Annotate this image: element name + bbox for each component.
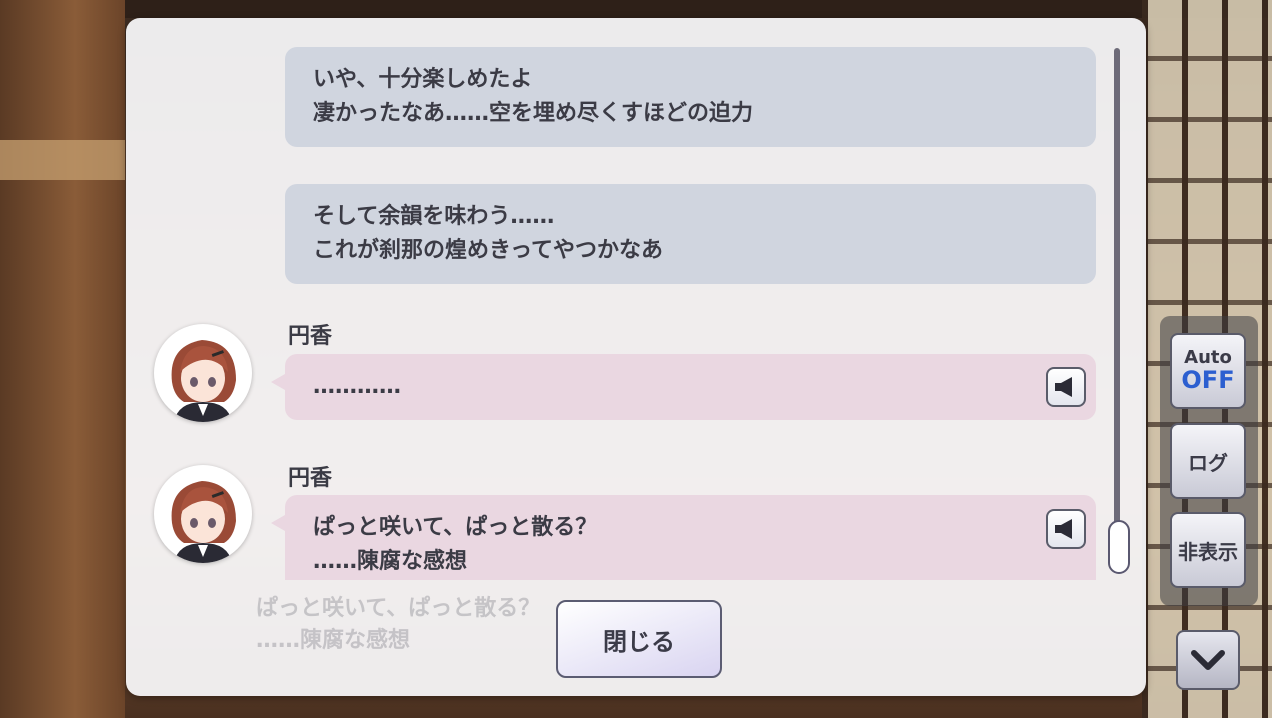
- voice-replay-button[interactable]: [1046, 509, 1086, 549]
- log-entry-speech: …………: [271, 354, 1096, 420]
- log-list[interactable]: いや、十分楽しめたよ 凄かったなあ……空を埋め尽くすほどの迫力 そして余韻を味わ…: [126, 18, 1146, 580]
- log-text-line: …………: [313, 374, 401, 399]
- log-text-line: いや、十分楽しめたよ: [313, 67, 533, 92]
- log-text-line: これが刹那の煌めきってやつかなあ: [313, 238, 664, 263]
- auto-label: Auto: [1184, 347, 1232, 368]
- backlog-dialog: ぱっと咲いて、ぱっと散る？ ……陳腐な感想 いや、十分楽しめたよ 凄かったなあ……: [126, 18, 1146, 696]
- log-button[interactable]: ログ: [1170, 423, 1246, 499]
- auto-toggle-button[interactable]: Auto OFF: [1170, 333, 1246, 409]
- chevron-down-icon: [1191, 650, 1225, 670]
- madoka-portrait-icon: [171, 340, 236, 422]
- log-scrollbar-track[interactable]: [1114, 48, 1120, 568]
- log-entry-speech: ぱっと咲いて、ぱっと散る？ ……陳腐な感想: [271, 495, 1096, 580]
- close-button[interactable]: 閉じる: [556, 600, 722, 678]
- madoka-portrait-icon: [171, 481, 236, 563]
- character-avatar: [154, 324, 252, 422]
- character-avatar: [154, 465, 252, 563]
- log-text-line: ぱっと咲いて、ぱっと散る？: [313, 515, 598, 540]
- auto-state: OFF: [1181, 366, 1235, 394]
- speaker-icon: [1055, 377, 1072, 397]
- speaker-name: 円香: [288, 466, 333, 491]
- log-text-line: 凄かったなあ……空を埋め尽くすほどの迫力: [313, 101, 754, 126]
- speaker-name: 円香: [288, 324, 333, 349]
- voice-replay-button[interactable]: [1046, 367, 1086, 407]
- log-text-line: そして余韻を味わう……: [313, 204, 555, 229]
- log-text-line: ……陳腐な感想: [313, 549, 468, 574]
- hide-button-label: 非表示: [1178, 539, 1238, 564]
- background-dialogue-line: ぱっと咲いて、ぱっと散る？: [256, 596, 541, 621]
- background-beam: [0, 140, 125, 180]
- speaker-icon: [1055, 519, 1072, 539]
- hide-ui-button[interactable]: 非表示: [1170, 512, 1246, 588]
- background-ceiling: [0, 0, 1272, 18]
- log-scrollbar-thumb[interactable]: [1108, 520, 1130, 574]
- log-entry-narration: そして余韻を味わう…… これが刹那の煌めきってやつかなあ: [285, 184, 1096, 284]
- log-button-label: ログ: [1188, 450, 1228, 475]
- background-dialogue-line: ……陳腐な感想: [256, 628, 411, 653]
- background-wall: [0, 0, 125, 718]
- log-entry-narration: いや、十分楽しめたよ 凄かったなあ……空を埋め尽くすほどの迫力: [285, 47, 1096, 147]
- collapse-button[interactable]: [1176, 630, 1240, 690]
